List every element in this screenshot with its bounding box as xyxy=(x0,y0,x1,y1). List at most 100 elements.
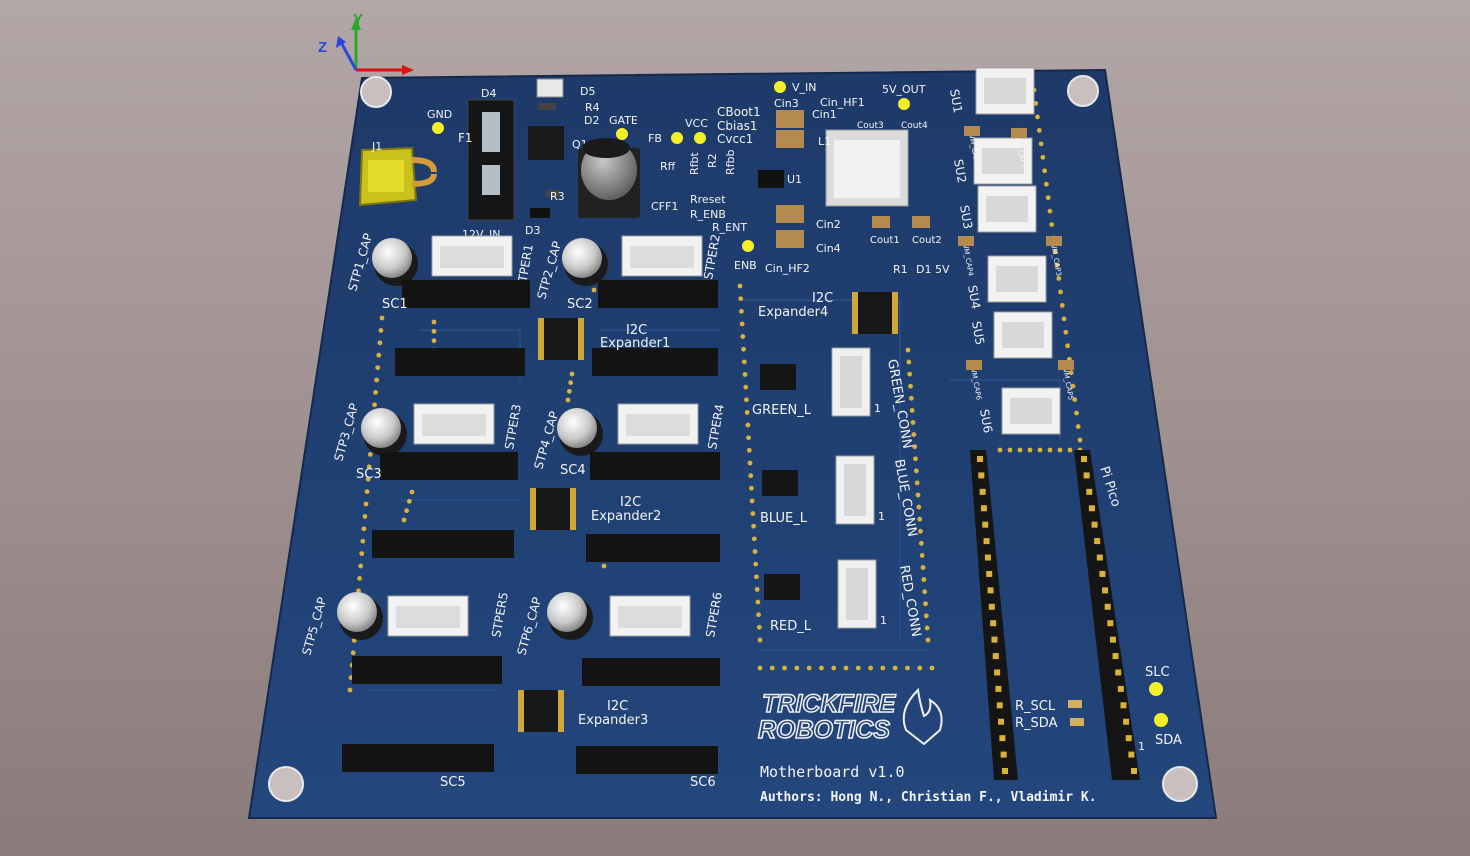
via xyxy=(739,321,745,327)
via xyxy=(909,408,915,413)
stepper4-driver-header-lower[interactable] xyxy=(586,534,720,562)
expander4-chip[interactable] xyxy=(858,292,892,334)
tp-v-in[interactable] xyxy=(774,81,786,93)
stepper2-driver-header-lower[interactable] xyxy=(592,348,718,376)
tp-slc[interactable] xyxy=(1149,682,1163,696)
pwm-cap5[interactable] xyxy=(1058,360,1074,370)
stepper1-driver-header-lower[interactable] xyxy=(395,348,525,376)
label-sda: SDA xyxy=(1155,733,1182,748)
stp4-capacitor[interactable] xyxy=(557,408,597,448)
pwm-cap4[interactable] xyxy=(958,236,974,246)
via xyxy=(1061,316,1067,322)
stepper3-driver-header-lower[interactable] xyxy=(372,530,514,558)
pico-pin xyxy=(980,505,987,512)
via xyxy=(1043,181,1049,187)
via xyxy=(1007,447,1013,453)
pico-pin xyxy=(1094,538,1101,545)
axis-gizmo[interactable]: Y Z xyxy=(318,11,414,75)
label-sc6: SC6 xyxy=(690,775,716,790)
stepper3-driver-header[interactable] xyxy=(380,452,518,480)
pcb-3d-viewport[interactable]: Y Z J1 F1 D4 D5 R4 D2 Q1 R3 D3 12V_IN CB… xyxy=(0,0,1470,856)
pwm-cap6[interactable] xyxy=(966,360,982,370)
via xyxy=(751,523,756,529)
stp6-capacitor[interactable] xyxy=(547,592,587,632)
led-driver3-chip[interactable] xyxy=(764,574,800,600)
stepper2-driver-header[interactable] xyxy=(598,280,718,308)
stepper5-driver-header-lower[interactable] xyxy=(342,744,494,772)
via xyxy=(1047,208,1053,214)
via xyxy=(868,665,873,671)
via xyxy=(746,435,751,441)
label-cout1: Cout1 xyxy=(870,235,900,246)
stp3-capacitor[interactable] xyxy=(361,408,401,448)
stepper5-driver-header[interactable] xyxy=(352,656,502,684)
d3-diode[interactable] xyxy=(530,208,550,218)
pico-pin xyxy=(1120,702,1127,709)
u1-regulator[interactable] xyxy=(758,170,784,188)
label-f1: F1 xyxy=(458,131,473,145)
label-cin-hf1: Cin_HF1 xyxy=(820,96,865,109)
label-expander3-name: Expander3 xyxy=(578,713,648,728)
d5-led[interactable] xyxy=(536,78,564,98)
tp-vcc[interactable] xyxy=(694,132,706,144)
r4-resistor[interactable] xyxy=(538,103,556,110)
label-expander3-prefix: I2C xyxy=(607,699,628,714)
stper4-connector-socket xyxy=(626,414,690,436)
via xyxy=(905,665,910,671)
stepper1-driver-header[interactable] xyxy=(402,280,530,308)
via xyxy=(907,371,913,377)
pico-pin xyxy=(984,554,991,561)
stepper4-driver-header[interactable] xyxy=(590,452,720,480)
via xyxy=(754,574,759,580)
via xyxy=(373,390,378,395)
via xyxy=(377,340,383,346)
expander1-chip[interactable] xyxy=(544,318,578,360)
logo-line2: ROBOTICS xyxy=(758,716,890,744)
tp-enb[interactable] xyxy=(742,240,754,252)
label-cbias1: Cbias1 xyxy=(717,119,758,133)
pico-pin xyxy=(1002,768,1008,774)
tp-gate[interactable] xyxy=(616,128,628,140)
pico-pin xyxy=(1104,603,1111,610)
expander2-chip[interactable] xyxy=(536,488,570,530)
led-driver2-chip[interactable] xyxy=(762,470,798,496)
via xyxy=(745,422,751,428)
via xyxy=(925,637,931,643)
via xyxy=(923,613,929,619)
pico-pin xyxy=(977,456,983,462)
stp1-capacitor[interactable] xyxy=(372,238,412,278)
stper3-connector-socket xyxy=(422,414,486,436)
label-r-enb: R_ENB xyxy=(690,208,726,221)
tp-sda[interactable] xyxy=(1154,713,1168,727)
r-scl-resistor[interactable] xyxy=(1068,700,1082,708)
stepper6-driver-header[interactable] xyxy=(582,658,720,686)
pwm-cap2[interactable] xyxy=(964,126,980,136)
led-driver1-chip[interactable] xyxy=(760,364,796,390)
stp5-capacitor[interactable] xyxy=(337,592,377,632)
expander3-chip[interactable] xyxy=(524,690,558,732)
l1-inductor[interactable]: L1 xyxy=(818,129,909,207)
logo-line1: TRICKFIRE xyxy=(762,690,897,718)
bulk-capacitor[interactable] xyxy=(578,138,640,218)
stper5-connector-socket xyxy=(396,606,460,628)
pico-pin xyxy=(987,587,994,594)
tp-5v-out[interactable] xyxy=(898,98,910,110)
via xyxy=(1049,222,1055,228)
tp-gnd[interactable] xyxy=(432,122,444,134)
via xyxy=(831,665,837,671)
q1-mosfet[interactable] xyxy=(528,126,564,160)
via xyxy=(1036,127,1042,133)
via xyxy=(738,296,744,302)
via xyxy=(364,489,370,494)
via xyxy=(855,665,861,671)
r-sda-resistor[interactable] xyxy=(1070,718,1084,726)
stepper6-driver-header-lower[interactable] xyxy=(576,746,718,774)
stp2-capacitor[interactable] xyxy=(562,238,602,278)
label-d3: D3 xyxy=(525,224,540,237)
label-rff: Rff xyxy=(660,160,676,173)
label-d1: D1 xyxy=(916,263,931,276)
pwm-cap1[interactable] xyxy=(1011,128,1027,138)
label-cvcc1: Cvcc1 xyxy=(717,132,753,146)
pwm-cap3[interactable] xyxy=(1046,236,1062,246)
tp-fb[interactable] xyxy=(671,132,683,144)
